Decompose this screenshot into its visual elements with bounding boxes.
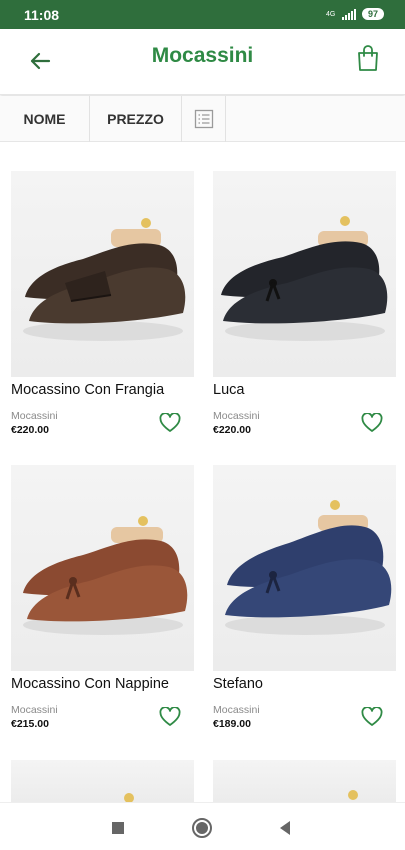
product-name: Luca [213,382,245,398]
product-category: Mocassini [213,704,260,716]
triangle-back-icon [280,821,290,835]
product-name: Stefano [213,676,263,692]
status-icons: 4G 97 [326,8,384,20]
sort-bar: NOME PREZZO [0,96,405,142]
sort-by-price-button[interactable]: PREZZO [90,96,182,142]
square-icon [112,822,124,834]
product-price: €215.00 [11,718,49,730]
heart-icon [361,413,383,432]
product-image [213,465,396,671]
cart-button[interactable] [353,41,383,75]
product-category: Mocassini [213,410,260,422]
page-title: Mocassini [151,44,254,67]
loafer-suede-blue-photo [225,500,392,635]
view-toggle-button[interactable] [182,96,226,142]
product-card[interactable]: Stefano Mocassini €189.00 [213,465,396,730]
product-card[interactable] [213,760,396,802]
product-image [11,171,194,377]
product-card[interactable]: Luca Mocassini €220.00 [213,171,396,436]
recents-button[interactable] [105,815,131,841]
product-price: €220.00 [11,424,49,436]
product-image [11,760,194,802]
battery-icon: 97 [361,8,384,20]
product-image [11,465,194,671]
favorite-button[interactable] [360,706,384,728]
loafer-black-photo [221,216,388,341]
favorite-button[interactable] [360,412,384,434]
circle-icon [192,818,212,838]
shoe-tree-photo [348,790,358,800]
heart-icon [159,413,181,432]
product-price: €220.00 [213,424,251,436]
back-nav-button[interactable] [272,815,298,841]
product-price: €189.00 [213,718,251,730]
app-bar: Mocassini [0,29,405,95]
network-type: 4G [325,10,336,18]
favorite-button[interactable] [158,412,182,434]
system-nav-bar [0,802,405,850]
product-image [213,171,396,377]
loafer-fringe-photo [23,218,186,341]
product-category: Mocassini [11,704,58,716]
sort-by-name-button[interactable]: NOME [0,96,90,142]
list-view-icon [194,109,213,129]
product-card[interactable]: Mocassino Con Nappine Mocassini €215.00 [11,465,194,730]
signal-icon [341,8,356,20]
home-button[interactable] [189,815,215,841]
favorite-button[interactable] [158,706,182,728]
product-card[interactable]: Mocassino Con Frangia Mocassini €220.00 [11,171,194,436]
status-time: 11:08 [24,7,60,23]
shoe-tree-photo [124,793,134,802]
heart-icon [361,707,383,726]
loafer-tassel-brown-photo [23,516,188,635]
product-name: Mocassino Con Frangia [11,382,165,398]
product-card[interactable] [11,760,194,802]
product-category: Mocassini [11,410,58,422]
status-bar: 11:08 4G 97 [0,0,405,29]
shopping-bag-icon [358,45,378,71]
product-image [213,760,396,802]
heart-icon [159,707,181,726]
product-name: Mocassino Con Nappine [11,676,169,692]
